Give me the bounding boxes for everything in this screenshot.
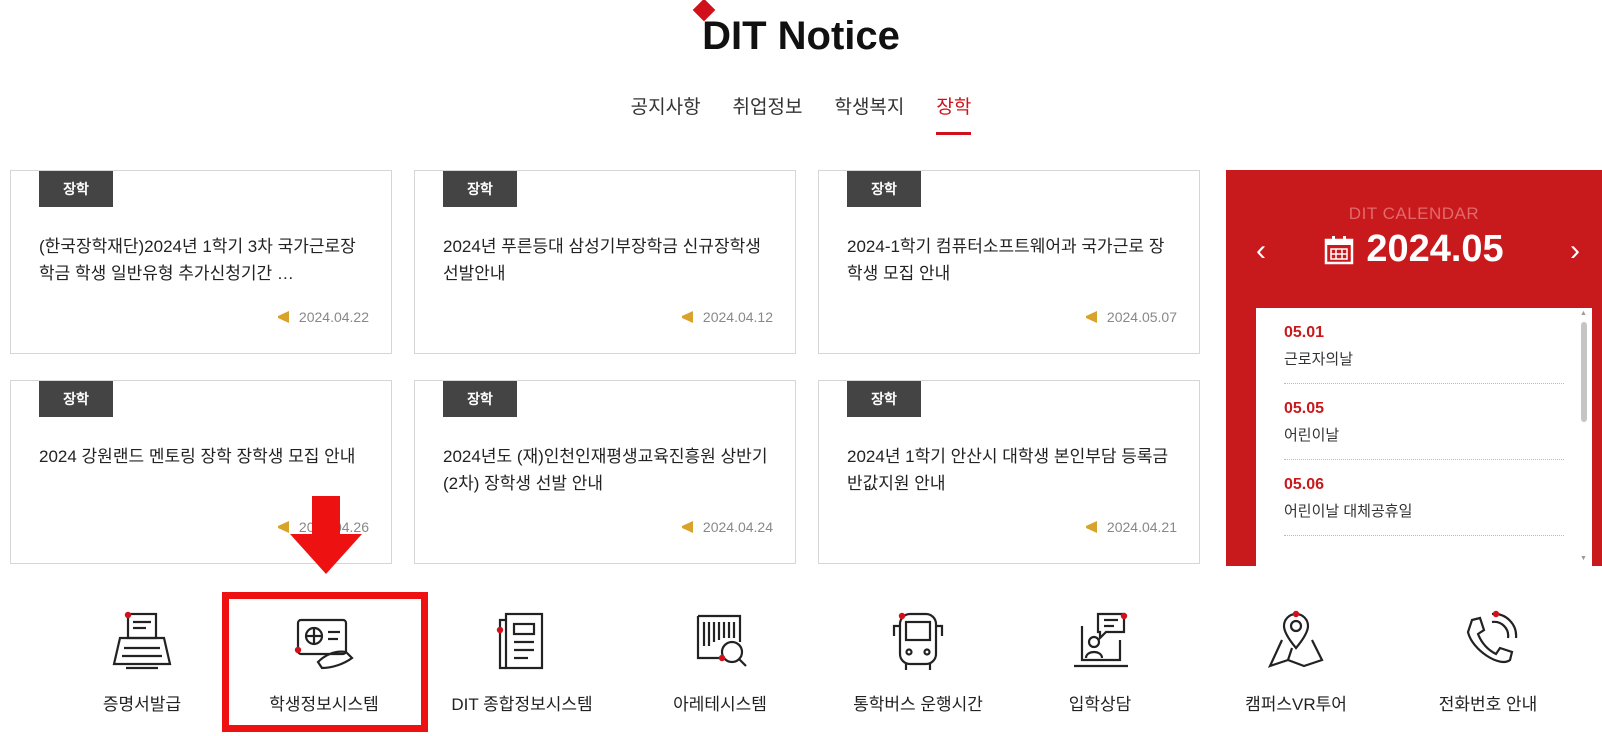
notice-card[interactable]: 장학 2024년도 (재)인천인재평생교육진흥원 상반기(2차) 장학생 선발 … <box>414 380 796 564</box>
tab-notice[interactable]: 공지사항 <box>615 88 717 127</box>
quick-link-label: 캠퍼스VR투어 <box>1245 695 1347 714</box>
event-name: 어린이날 대체공휴일 <box>1284 503 1413 520</box>
notice-date-text: 2024.04.22 <box>298 309 369 325</box>
quick-link-dit-info[interactable]: DIT 종합정보시스템 <box>422 596 622 715</box>
megaphone-icon <box>1085 311 1097 323</box>
calendar-icon <box>1325 235 1354 264</box>
map-pin-icon <box>1267 610 1324 668</box>
consultation-icon <box>1074 612 1128 668</box>
megaphone-icon <box>277 311 289 323</box>
notice-date: 2024.04.22 <box>277 309 369 325</box>
scrollbar[interactable]: ▲ ▼ <box>1580 310 1588 562</box>
typewriter-icon <box>112 611 172 670</box>
tab-employment[interactable]: 취업정보 <box>717 88 819 127</box>
section-header: DIT Notice <box>0 0 1602 64</box>
quick-link-arete[interactable]: 아레테시스템 <box>620 596 820 715</box>
event-date: 05.01 <box>1284 324 1325 341</box>
quick-link-phone[interactable]: 전화번호 안내 <box>1388 596 1588 715</box>
event-date: 05.06 <box>1284 476 1325 493</box>
quick-link-label: 증명서발급 <box>102 695 182 714</box>
category-badge: 장학 <box>847 171 921 207</box>
notice-date-text: 2024.04.12 <box>702 309 773 325</box>
notice-title[interactable]: 2024 강원랜드 멘토링 장학 장학생 모집 안내 <box>39 443 367 470</box>
megaphone-icon <box>1085 521 1097 533</box>
calendar-event[interactable]: 05.01 근로자의날 <box>1284 308 1564 384</box>
calendar-month-text: 2024.05 <box>1366 228 1504 270</box>
notice-date: 2024.04.21 <box>1085 519 1177 535</box>
category-badge: 장학 <box>39 171 113 207</box>
notice-title[interactable]: 2024년 푸른등대 삼성기부장학금 신규장학생 선발안내 <box>443 233 771 287</box>
quick-link-label: 입학상담 <box>1068 695 1132 714</box>
category-badge: 장학 <box>443 381 517 417</box>
notice-title[interactable]: 2024년 1학기 안산시 대학생 본인부담 등록금 반값지원 안내 <box>847 443 1175 497</box>
tab-welfare[interactable]: 학생복지 <box>818 88 920 127</box>
highlight-box <box>222 592 428 732</box>
category-badge: 장학 <box>847 381 921 417</box>
notice-date-text: 2024.04.21 <box>1106 519 1177 535</box>
notice-card[interactable]: 장학 2024-1학기 컴퓨터소프트웨어과 국가근로 장학생 모집 안내 202… <box>818 170 1200 354</box>
notice-date-text: 2024.05.07 <box>1106 309 1177 325</box>
notice-date: 2024.04.12 <box>681 309 773 325</box>
calendar-month: 2024.05 <box>1226 228 1602 271</box>
category-badge: 장학 <box>39 381 113 417</box>
megaphone-icon <box>681 521 693 533</box>
quick-link-bus[interactable]: 통학버스 운행시간 <box>818 596 1018 715</box>
phone-icon <box>1466 610 1518 663</box>
barcode-search-icon <box>696 614 747 667</box>
scrollbar-thumb[interactable] <box>1581 322 1587 422</box>
quick-link-label: 통학버스 운행시간 <box>853 695 983 714</box>
quick-link-label: DIT 종합정보시스템 <box>451 695 593 714</box>
quick-link-label: 아레테시스템 <box>673 695 767 714</box>
notice-card[interactable]: 장학 (한국장학재단)2024년 1학기 3차 국가근로장학금 학생 일반유형 … <box>10 170 392 354</box>
event-name: 근로자의날 <box>1284 351 1354 368</box>
megaphone-icon <box>681 311 693 323</box>
quick-link-label: 전화번호 안내 <box>1438 695 1538 714</box>
page-title: DIT Notice <box>692 0 900 64</box>
next-month-button[interactable]: › <box>1570 234 1580 268</box>
calendar-event[interactable]: 05.06 어린이날 대체공휴일 <box>1284 460 1564 536</box>
notice-date: 2024.04.24 <box>681 519 773 535</box>
quick-link-admission[interactable]: 입학상담 <box>1000 596 1200 715</box>
quick-link-vr-tour[interactable]: 캠퍼스VR투어 <box>1196 596 1396 715</box>
category-badge: 장학 <box>443 171 517 207</box>
event-date: 05.05 <box>1284 400 1325 417</box>
notice-card[interactable]: 장학 2024년 푸른등대 삼성기부장학금 신규장학생 선발안내 2024.04… <box>414 170 796 354</box>
page-title-text: DIT Notice <box>702 14 900 58</box>
notice-title[interactable]: 2024년도 (재)인천인재평생교육진흥원 상반기(2차) 장학생 선발 안내 <box>443 443 771 497</box>
calendar-event[interactable]: 05.05 어린이날 <box>1284 384 1564 460</box>
event-name: 어린이날 <box>1284 427 1340 444</box>
calendar-event-list[interactable]: 05.01 근로자의날 05.05 어린이날 05.06 어린이날 대체공휴일 … <box>1256 308 1592 566</box>
notice-tabs: 공지사항 취업정보 학생복지 장학 <box>0 88 1602 135</box>
quick-link-certificate[interactable]: 증명서발급 <box>42 596 242 715</box>
dit-calendar: DIT CALENDAR ‹ 2024.05 › 05.01 근로자의날 05.… <box>1226 170 1602 566</box>
bus-icon <box>892 612 944 670</box>
calendar-label: DIT CALENDAR <box>1348 204 1480 223</box>
notice-title[interactable]: (한국장학재단)2024년 1학기 3차 국가근로장학금 학생 일반유형 추가신… <box>39 233 367 287</box>
scroll-up-icon[interactable]: ▲ <box>1580 310 1587 317</box>
notice-date-text: 2024.04.24 <box>702 519 773 535</box>
arrow-down-icon <box>290 496 362 574</box>
notice-card[interactable]: 장학 2024년 1학기 안산시 대학생 본인부담 등록금 반값지원 안내 20… <box>818 380 1200 564</box>
notice-title[interactable]: 2024-1학기 컴퓨터소프트웨어과 국가근로 장학생 모집 안내 <box>847 233 1175 287</box>
scroll-down-icon[interactable]: ▼ <box>1580 555 1587 562</box>
tab-scholarship[interactable]: 장학 <box>920 88 987 135</box>
notice-date: 2024.05.07 <box>1085 309 1177 325</box>
document-icon <box>496 612 544 670</box>
